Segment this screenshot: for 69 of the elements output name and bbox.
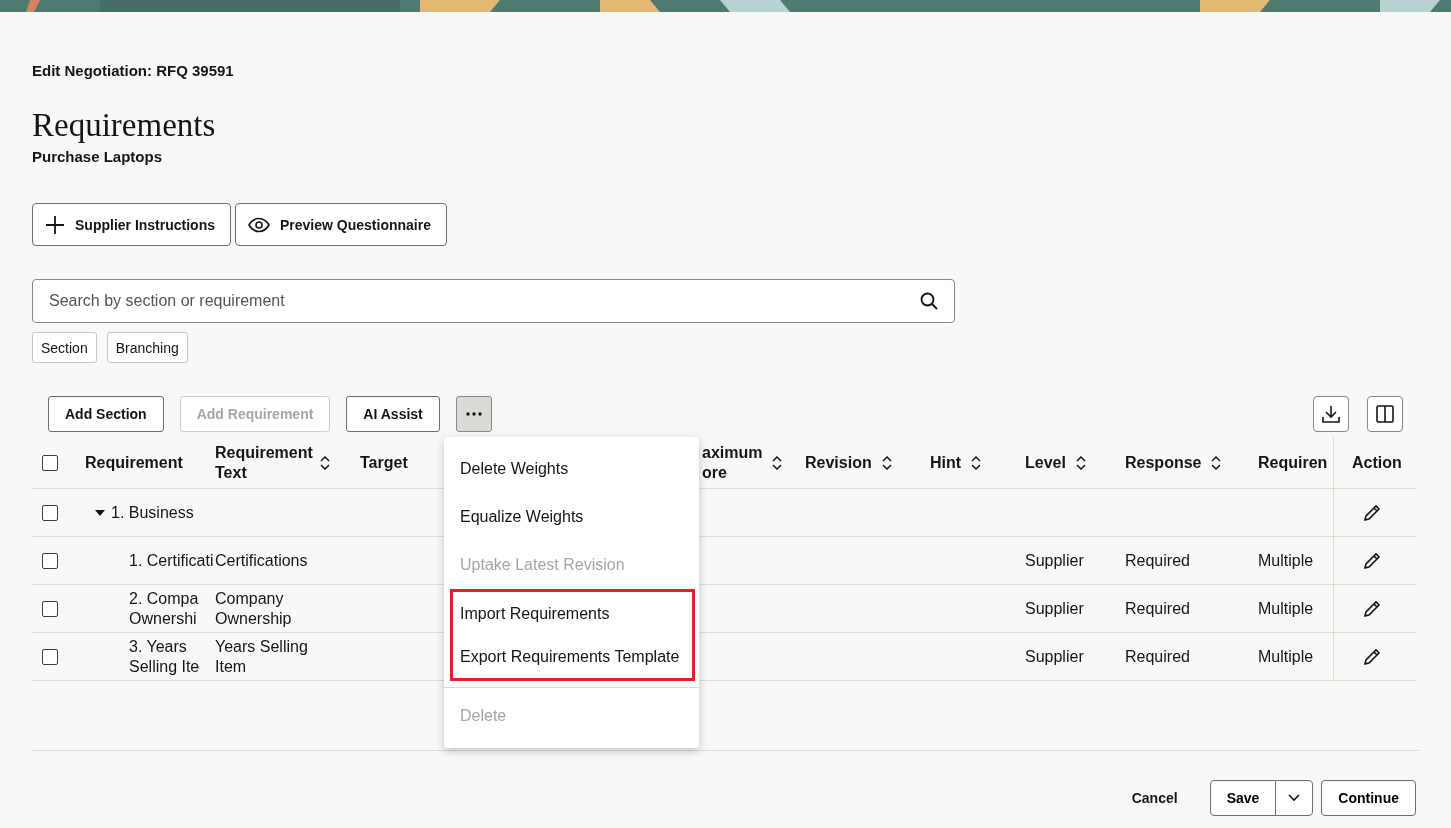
page-title: Requirements: [32, 107, 217, 144]
columns-button[interactable]: [1367, 396, 1403, 432]
menu-item[interactable]: Import Requirements: [453, 592, 692, 635]
table-cell: Required: [1125, 646, 1190, 667]
table-cell: Required: [1125, 598, 1190, 619]
column-header[interactable]: Requirement Text: [215, 442, 330, 483]
toolbar-button[interactable]: AI Assist: [346, 396, 440, 432]
select-all-checkbox[interactable]: [42, 454, 58, 471]
search-icon[interactable]: [920, 292, 938, 310]
sort-icon[interactable]: [971, 455, 982, 470]
filter-chip[interactable]: Branching: [106, 332, 188, 363]
sort-icon[interactable]: [1075, 455, 1086, 470]
table-cell-text: Company Ownership: [215, 588, 293, 629]
table-cell: Multiple: [1258, 598, 1314, 619]
row-checkbox[interactable]: [42, 552, 58, 569]
row-checkbox[interactable]: [42, 504, 58, 521]
column-header[interactable]: Hint: [930, 452, 982, 473]
chevron-down-icon: [1288, 794, 1301, 802]
plus-icon: [45, 214, 65, 235]
menu-item[interactable]: Export Requirements Template: [453, 635, 692, 678]
row-checkbox[interactable]: [42, 600, 58, 617]
page-breadcrumb: Edit Negotiation: RFQ 39591: [32, 62, 235, 79]
sort-icon[interactable]: [320, 455, 330, 470]
eye-icon: [248, 216, 270, 233]
download-button[interactable]: [1313, 396, 1349, 432]
column-header[interactable]: Level: [1025, 452, 1086, 473]
table-cell-text: Years Selling Item: [215, 636, 309, 677]
table-cell: Multiple: [1258, 550, 1314, 571]
table-cell: Supplier: [1025, 550, 1084, 571]
table-cell-text: 3. Years Selling Ite: [128, 636, 201, 677]
column-header: Requirement: [85, 452, 183, 473]
cancel-button[interactable]: Cancel: [1107, 780, 1202, 816]
more-button[interactable]: [455, 396, 492, 432]
save-button[interactable]: Save: [1210, 781, 1277, 815]
preview-button[interactable]: Preview Questionnaire: [235, 203, 447, 246]
table-cell: Required: [1125, 550, 1190, 571]
more-icon: [465, 412, 482, 416]
search-field[interactable]: Search by section or requirement: [32, 279, 955, 323]
sort-icon[interactable]: [881, 455, 892, 470]
table-cell-text: Certifications: [215, 550, 309, 571]
menu-item[interactable]: Equalize Weights: [444, 493, 699, 541]
sort-icon[interactable]: [772, 455, 782, 470]
column-header: Action: [1352, 452, 1402, 473]
filter-chip[interactable]: Section: [32, 332, 97, 363]
table-cell: Supplier: [1025, 598, 1084, 619]
column-header: Requiren: [1258, 452, 1328, 473]
menu-item[interactable]: Delete Weights: [444, 445, 699, 493]
supplier-instructions-button[interactable]: Supplier Instructions: [32, 203, 231, 246]
columns-icon: [1376, 405, 1394, 423]
column-header[interactable]: aximum ore: [702, 442, 782, 483]
pencil-icon[interactable]: [1362, 646, 1382, 667]
caret-down-icon[interactable]: [95, 507, 105, 518]
column-header[interactable]: Revision: [805, 452, 892, 473]
download-icon: [1322, 405, 1340, 423]
pencil-icon[interactable]: [1362, 550, 1382, 571]
pencil-icon[interactable]: [1362, 598, 1382, 619]
continue-button[interactable]: Continue: [1321, 780, 1416, 816]
table-cell: Supplier: [1025, 646, 1084, 667]
row-checkbox[interactable]: [42, 648, 58, 665]
section-name: 1. Business: [111, 502, 194, 523]
table-cell-text: 1. Certificati: [128, 550, 215, 571]
table-cell-text: 2. Compa Ownershi: [128, 588, 200, 629]
sort-icon[interactable]: [1211, 455, 1222, 470]
toolbar-button[interactable]: Add Section: [48, 396, 164, 432]
table-cell: Multiple: [1258, 646, 1314, 667]
page-subtitle: Purchase Laptops: [32, 148, 164, 165]
column-header[interactable]: Response: [1125, 452, 1222, 473]
column-header: Target: [360, 452, 408, 473]
pencil-icon[interactable]: [1362, 502, 1382, 523]
